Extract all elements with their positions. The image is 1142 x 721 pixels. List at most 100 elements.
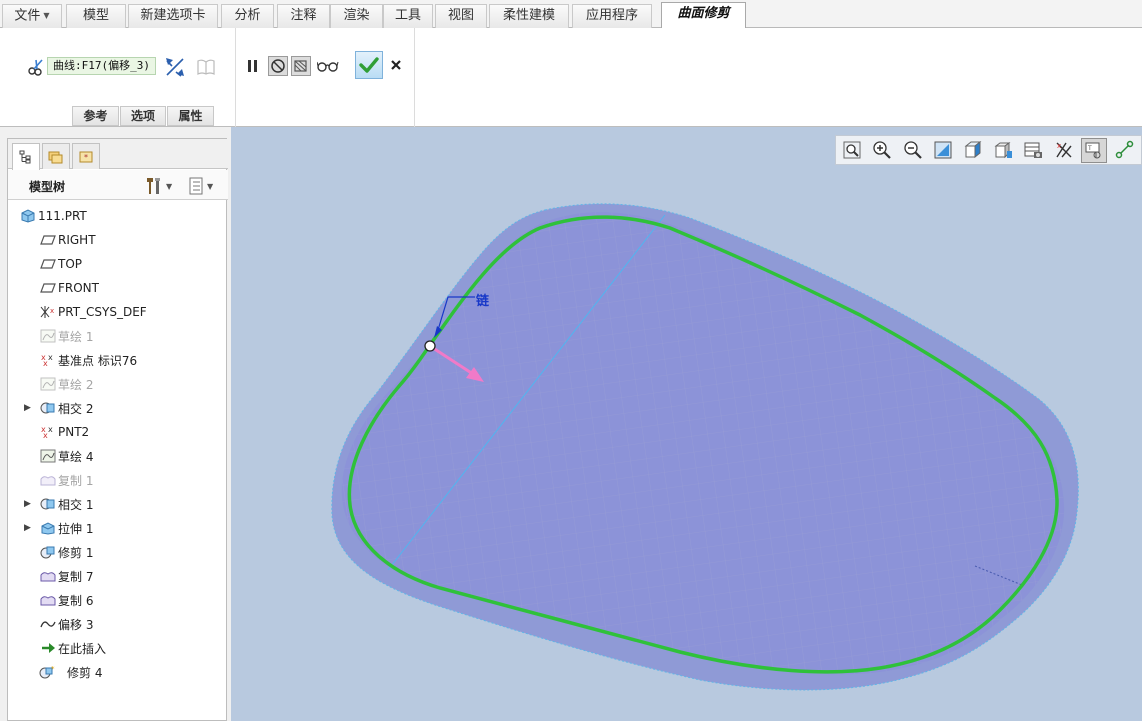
tree-filter-button[interactable]: ▼ xyxy=(188,176,224,196)
tree-item-label: 拉伸 1 xyxy=(58,521,94,536)
view-manager-button[interactable] xyxy=(1020,138,1046,163)
navigator-panel: * 模型树 ▼ ▼ 111.PRT RIGHT TOP FRONT x PRT_CSYS_… xyxy=(7,138,228,721)
tab-model-tree[interactable] xyxy=(12,143,40,170)
tree-item[interactable]: 草绘 2 xyxy=(8,373,226,395)
annotation-icon: T xyxy=(1085,142,1101,159)
cancel-button[interactable] xyxy=(386,55,406,75)
refit-icon xyxy=(843,141,861,159)
spin-center-icon xyxy=(1115,140,1134,159)
tools-icon xyxy=(147,178,160,194)
datum-plane-icon xyxy=(39,256,57,272)
tree-item[interactable]: * 修剪 4 xyxy=(8,661,226,683)
tab-applications-label: 应用程序 xyxy=(585,8,638,23)
tree-item[interactable]: 复制 7 xyxy=(8,565,226,587)
book-icon[interactable] xyxy=(195,57,217,77)
datum-point-icon: xxx xyxy=(39,352,57,368)
tree-item-label: 相交 2 xyxy=(58,401,94,416)
close-icon xyxy=(391,60,401,70)
tree-item-label: 基准点 标识76 xyxy=(58,353,138,368)
expand-arrow-icon[interactable]: ▶ xyxy=(24,523,34,533)
annotation-display-button[interactable]: T xyxy=(1080,137,1107,163)
subtab-options[interactable]: 选项 xyxy=(120,106,166,126)
trim-new-icon: * xyxy=(39,664,57,680)
tree-item[interactable]: 复制 6 xyxy=(8,589,226,611)
tree-item[interactable]: x x x 基准点 标识76 xyxy=(8,349,226,371)
datum-plane-icon xyxy=(39,232,57,248)
tree-item-label: TOP xyxy=(58,257,83,271)
start-point-handle[interactable] xyxy=(424,340,436,352)
tab-render[interactable]: 渲染 xyxy=(330,4,383,28)
tree-item[interactable]: 复制 1 xyxy=(8,469,226,491)
scissors-icon xyxy=(27,57,47,77)
sketch-icon xyxy=(39,376,57,392)
expand-arrow-icon[interactable]: ▶ xyxy=(24,499,34,509)
graphics-viewport[interactable] xyxy=(231,127,1142,721)
expand-arrow-icon[interactable]: ▶ xyxy=(24,403,34,413)
intersect-icon xyxy=(39,400,57,416)
ok-button[interactable] xyxy=(355,51,383,79)
trim-object-collector[interactable]: 曲线:F17(偏移_3) xyxy=(47,57,156,75)
tab-new-tab-label: 新建选项卡 xyxy=(140,8,206,23)
zoom-out-icon xyxy=(903,141,922,159)
display-style-button[interactable] xyxy=(960,138,986,163)
flip-direction-icon[interactable] xyxy=(163,55,187,79)
tab-model[interactable]: 模型 xyxy=(66,4,126,28)
tab-surface-trim[interactable]: 曲面修剪 xyxy=(661,2,746,29)
tree-item[interactable]: x PRT_CSYS_DEF xyxy=(8,301,226,323)
saved-views-button[interactable] xyxy=(990,138,1016,163)
copy-icon xyxy=(39,568,57,584)
tree-item[interactable]: ▶ 相交 1 xyxy=(8,493,226,515)
tree-item[interactable]: 111.PRT xyxy=(8,205,226,227)
tab-flexible-modeling[interactable]: 柔性建模 xyxy=(489,4,569,28)
tree-item[interactable]: 偏移 3 xyxy=(8,613,226,635)
saved-views-icon xyxy=(994,142,1013,159)
repaint-icon xyxy=(934,141,952,159)
menu-bar: 文件 ▼ 模型 新建选项卡 分析 注释 渲染 工具 视图 柔性建模 应用程序 曲面… xyxy=(0,0,1142,29)
tab-annotate-label: 注释 xyxy=(290,8,317,23)
chain-label: 链 xyxy=(476,294,490,309)
tab-tools[interactable]: 工具 xyxy=(383,4,433,28)
svg-text:x: x xyxy=(50,307,54,315)
chevron-down-icon: ▼ xyxy=(207,181,214,191)
preview-geometry-button[interactable] xyxy=(291,56,311,76)
tree-item[interactable]: x x x PNT2 xyxy=(8,421,226,443)
tab-new-tab[interactable]: 新建选项卡 xyxy=(128,4,218,28)
copy-icon xyxy=(39,472,57,488)
tree-item[interactable]: RIGHT xyxy=(8,229,226,251)
no-preview-button[interactable] xyxy=(268,56,288,76)
zoom-in-button[interactable] xyxy=(869,138,895,163)
tab-annotate[interactable]: 注释 xyxy=(277,4,330,28)
subtab-properties[interactable]: 属性 xyxy=(167,106,214,126)
repaint-button[interactable] xyxy=(930,138,956,163)
tree-item[interactable]: ▶ 拉伸 1 xyxy=(8,517,226,539)
tree-item[interactable]: 草绘 4 xyxy=(8,445,226,467)
tree-item[interactable]: 修剪 1 xyxy=(8,541,226,563)
refit-button[interactable] xyxy=(839,138,865,163)
tree-item[interactable]: TOP xyxy=(8,253,226,275)
tree-item[interactable]: ▶ 相交 2 xyxy=(8,397,226,419)
navigator-tabs: * xyxy=(8,139,228,170)
tab-applications[interactable]: 应用程序 xyxy=(572,4,652,28)
tab-file[interactable]: 文件 ▼ xyxy=(2,4,62,28)
tree-item[interactable]: 在此插入 xyxy=(8,637,226,659)
insert-here-icon xyxy=(39,640,57,656)
tree-item[interactable]: 草绘 1 xyxy=(8,325,226,347)
tab-favorites[interactable]: * xyxy=(72,143,100,169)
tab-folder-browser[interactable] xyxy=(42,143,70,169)
pause-button[interactable] xyxy=(243,56,263,76)
tab-view[interactable]: 视图 xyxy=(435,4,487,28)
svg-text:x: x xyxy=(48,353,53,362)
tree-item[interactable]: FRONT xyxy=(8,277,226,299)
datum-display-button[interactable]: x xyxy=(1050,138,1076,163)
spin-center-button[interactable] xyxy=(1111,138,1137,163)
zoom-out-button[interactable] xyxy=(899,138,925,163)
zoom-in-icon xyxy=(873,141,892,159)
tab-analysis[interactable]: 分析 xyxy=(221,4,274,28)
tree-item-label: 修剪 1 xyxy=(58,545,94,560)
glasses-icon[interactable] xyxy=(316,56,340,76)
tree-item-label: 偏移 3 xyxy=(58,617,94,632)
subtab-references[interactable]: 参考 xyxy=(72,106,119,126)
tree-item-label: 复制 7 xyxy=(58,569,94,584)
intersect-icon xyxy=(39,496,57,512)
tree-settings-button[interactable]: ▼ xyxy=(144,176,176,196)
